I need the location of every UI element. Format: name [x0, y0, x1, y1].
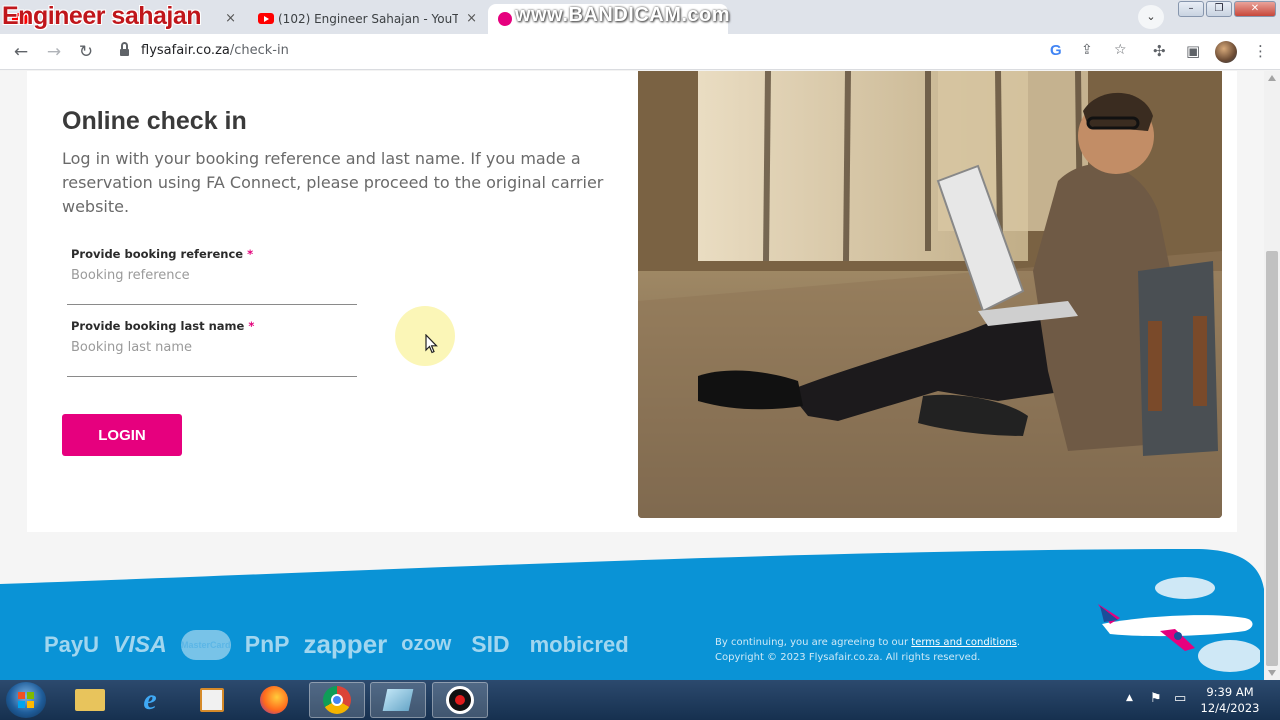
youtube-icon — [258, 13, 274, 24]
taskbar-notes[interactable] — [370, 682, 426, 718]
plane-illustration — [1098, 577, 1260, 672]
notes-icon — [382, 689, 414, 711]
recorder-watermark: www.BANDICAM.com — [515, 4, 731, 26]
last-name-input[interactable] — [71, 337, 341, 357]
booking-reference-label: Provide booking reference * — [71, 247, 254, 261]
media-player-icon — [200, 688, 224, 712]
visa-logo: VISA — [113, 631, 167, 657]
copyright-text: Copyright © 2023 Flysafair.co.za. All ri… — [715, 652, 981, 663]
show-hidden-icons-icon[interactable]: ▲ — [1126, 693, 1133, 703]
hero-photo — [638, 71, 1222, 518]
pnp-logo: PnP — [244, 631, 290, 657]
window-controls: – ❐ ✕ — [1178, 1, 1276, 17]
google-icon[interactable]: G — [1050, 42, 1062, 59]
browser-tab-bar: × (102) Engineer Sahajan - YouTube × Eng… — [0, 0, 1280, 34]
network-icon[interactable]: ▭ — [1174, 691, 1186, 706]
taskbar-media-player[interactable] — [184, 682, 240, 718]
share-icon[interactable]: ⇪ — [1081, 42, 1093, 58]
man-with-laptop-image — [638, 71, 1222, 518]
sid-logo: SID — [471, 631, 510, 657]
lock-icon[interactable] — [120, 42, 129, 57]
taskbar-chrome[interactable] — [309, 682, 365, 718]
tab-youtube[interactable]: (102) Engineer Sahajan - YouTube × — [250, 4, 485, 34]
tab-title: (102) Engineer Sahajan - YouTube — [278, 12, 458, 26]
bookmark-star-icon[interactable]: ☆ — [1114, 42, 1127, 58]
profile-avatar[interactable] — [1215, 41, 1237, 63]
mobicred-logo: mobicred — [529, 631, 629, 657]
footer-background — [0, 549, 1264, 680]
taskbar-clock[interactable]: 9:39 AM 12/4/2023 — [1195, 684, 1265, 716]
payment-logos: PayU VISA MasterCard PnP zapper ozow SID… — [44, 629, 629, 660]
windows-taskbar: e ▲ ⚑ ▭ 9:39 AM 12/4/2023 — [0, 680, 1280, 720]
page-description: Log in with your booking reference and l… — [62, 149, 604, 216]
channel-watermark: Engineer sahajan — [2, 2, 202, 30]
login-button[interactable]: LOGIN — [62, 414, 182, 456]
payu-logo: PayU — [44, 631, 100, 657]
zapper-logo: zapper — [303, 629, 388, 659]
flysafair-favicon — [498, 12, 512, 26]
page-scrollbar[interactable] — [1264, 71, 1280, 680]
booking-reference-field: Provide booking reference * — [67, 247, 357, 305]
extensions-puzzle-icon[interactable]: ✣ — [1153, 42, 1166, 60]
page-content: Online check in Log in with your booking… — [0, 71, 1264, 680]
chrome-icon — [323, 686, 351, 714]
taskbar-explorer[interactable] — [62, 682, 118, 718]
tab-search-button[interactable]: ⌄ — [1138, 5, 1164, 29]
browser-toolbar: ← → ↻ flysafair.co.za/check-in G ⇪ ☆ ✣ ▣… — [0, 34, 1280, 70]
firefox-icon — [260, 686, 288, 714]
folder-icon — [75, 689, 105, 711]
last-name-field: Provide booking last name * — [67, 319, 357, 377]
consent-text: By continuing, you are agreeing to our t… — [715, 637, 1021, 648]
checkin-card: Online check in Log in with your booking… — [27, 71, 1237, 532]
taskbar-bandicam[interactable] — [432, 682, 488, 718]
scroll-down-arrow-icon[interactable] — [1268, 670, 1276, 676]
url-text: flysafair.co.za/check-in — [141, 43, 289, 58]
mastercard-logo: MasterCard — [180, 629, 231, 660]
restore-button[interactable]: ❐ — [1206, 1, 1232, 17]
mouse-cursor-icon — [425, 334, 438, 354]
side-panel-icon[interactable]: ▣ — [1186, 42, 1200, 60]
reload-icon[interactable]: ↻ — [74, 40, 98, 64]
internet-explorer-icon: e — [143, 683, 157, 716]
scroll-thumb[interactable] — [1266, 251, 1278, 666]
last-name-label: Provide booking last name * — [71, 319, 255, 333]
terms-link[interactable]: terms and conditions — [911, 637, 1017, 648]
clock-time: 9:39 AM — [1206, 685, 1254, 699]
close-tab-icon[interactable]: × — [225, 11, 236, 26]
address-bar[interactable]: flysafair.co.za/check-in G ⇪ ☆ — [108, 38, 1143, 66]
clock-date: 12/4/2023 — [1200, 701, 1260, 715]
footer-legal: By continuing, you are agreeing to our t… — [715, 635, 1020, 665]
booking-reference-input[interactable] — [71, 265, 341, 285]
close-tab-icon[interactable]: × — [466, 11, 477, 26]
scroll-up-arrow-icon[interactable] — [1268, 75, 1276, 81]
back-arrow-icon[interactable]: ← — [9, 40, 33, 64]
windows-logo-icon — [18, 692, 34, 708]
taskbar-internet-explorer[interactable]: e — [122, 682, 178, 718]
taskbar-firefox[interactable] — [246, 682, 302, 718]
page-title: Online check in — [62, 107, 247, 135]
forward-arrow-icon[interactable]: → — [42, 40, 66, 64]
close-window-button[interactable]: ✕ — [1234, 1, 1276, 17]
menu-kebab-icon[interactable]: ⋮ — [1253, 42, 1268, 60]
start-button[interactable] — [6, 682, 46, 718]
minimize-button[interactable]: – — [1178, 1, 1204, 17]
ozow-logo: ozow — [401, 633, 452, 655]
record-icon — [446, 686, 474, 714]
action-center-flag-icon[interactable]: ⚑ — [1150, 691, 1162, 706]
screen: × (102) Engineer Sahajan - YouTube × Eng… — [0, 0, 1280, 720]
